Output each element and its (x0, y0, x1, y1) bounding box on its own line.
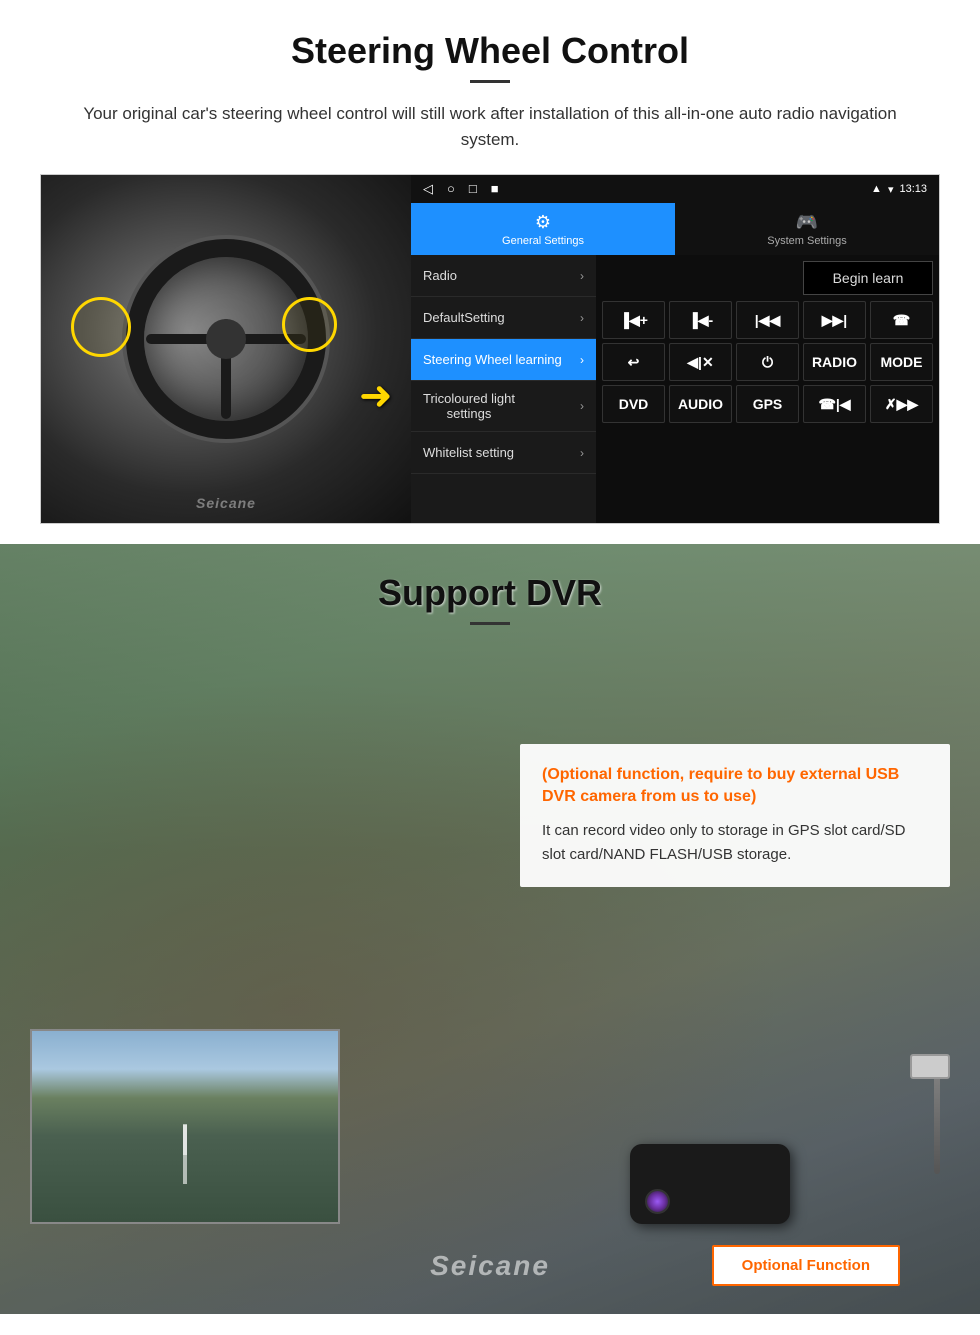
ctrl-radio[interactable]: RADIO (803, 343, 866, 381)
tab-general-label: General Settings (502, 235, 584, 247)
dvr-camera-device (600, 1054, 950, 1254)
dvr-optional-text: (Optional function, require to buy exter… (542, 764, 928, 809)
ctrl-phone[interactable]: ☎ (870, 301, 933, 339)
chevron-icon: › (580, 399, 584, 413)
nav-back-icon[interactable]: ◁ (423, 181, 433, 197)
steering-photo: ➜ Seicane (41, 175, 411, 523)
android-panel: ◁ ○ □ ■ ▲ ▾ 13:13 ⚙ General Settings (411, 175, 939, 523)
dvr-info-card: (Optional function, require to buy exter… (520, 744, 950, 887)
tab-system-settings[interactable]: 🎮 System Settings (675, 203, 939, 255)
tab-system-label: System Settings (767, 235, 846, 247)
steering-content-block: ➜ Seicane ◁ ○ □ ■ ▲ ▾ 13:13 (40, 174, 940, 524)
ctrl-mode[interactable]: MODE (870, 343, 933, 381)
seicane-watermark-dvr: Seicane (430, 1250, 550, 1282)
dvr-title-block: Support DVR (0, 544, 980, 635)
menu-tricoloured-label: Tricoloured lightsettings (423, 391, 515, 421)
chevron-icon: › (580, 446, 584, 460)
ctrl-tel-prev[interactable]: ☎|◀ (803, 385, 866, 423)
chevron-icon: › (580, 269, 584, 283)
control-buttons-row2: ↩ ◀|✕ ⏻ RADIO MODE (602, 343, 933, 381)
gear-icon: ⚙ (535, 212, 551, 233)
usb-connector (910, 1054, 950, 1079)
menu-radio-label: Radio (423, 268, 457, 283)
dvr-title: Support DVR (0, 572, 980, 614)
wifi-icon: ▾ (888, 183, 894, 196)
highlight-circle-right (282, 297, 337, 352)
control-buttons-row1: ▐◀+ ▐◀- |◀◀ ▶▶| ☎ (602, 301, 933, 339)
ctrl-mute[interactable]: ◀|✕ (669, 343, 732, 381)
ctrl-vol-down[interactable]: ▐◀- (669, 301, 732, 339)
ctrl-gps[interactable]: GPS (736, 385, 799, 423)
wheel-hub (206, 319, 246, 359)
dvr-photo-inner (32, 1031, 338, 1222)
tab-general-settings[interactable]: ⚙ General Settings (411, 203, 675, 255)
highlight-circle-left (71, 297, 131, 357)
dvr-body-text: It can record video only to storage in G… (542, 819, 928, 867)
android-statusbar: ◁ ○ □ ■ ▲ ▾ 13:13 (411, 175, 939, 203)
controls-area: Begin learn ▐◀+ ▐◀- |◀◀ ▶▶| ☎ ↩ ◀|✕ ⏻ (596, 255, 939, 523)
android-tabs: ⚙ General Settings 🎮 System Settings (411, 203, 939, 255)
title-divider (470, 80, 510, 83)
nav-square-icon[interactable]: □ (469, 181, 477, 197)
menu-steering-label: Steering Wheel learning (423, 352, 562, 367)
control-buttons-row3: DVD AUDIO GPS ☎|◀ ✗▶▶ (602, 385, 933, 423)
statusbar-nav: ◁ ○ □ ■ (423, 181, 499, 197)
system-icon: 🎮 (796, 212, 818, 233)
statusbar-right: ▲ ▾ 13:13 (871, 183, 927, 196)
ctrl-dvd[interactable]: DVD (602, 385, 665, 423)
status-time: 13:13 (899, 183, 927, 195)
begin-learn-button[interactable]: Begin learn (803, 261, 933, 295)
menu-default-label: DefaultSetting (423, 310, 505, 325)
menu-item-whitelist[interactable]: Whitelist setting › (411, 432, 596, 474)
nav-home-icon[interactable]: ○ (447, 181, 455, 197)
section-description: Your original car's steering wheel contr… (80, 101, 900, 152)
begin-learn-row: Begin learn (602, 261, 933, 295)
dvr-small-photo (30, 1029, 340, 1224)
menu-item-radio[interactable]: Radio › (411, 255, 596, 297)
nav-menu-icon[interactable]: ■ (491, 181, 499, 197)
steering-wheel-image: ➜ Seicane (41, 175, 411, 523)
menu-item-steering-learning[interactable]: Steering Wheel learning › (411, 339, 596, 381)
chevron-icon: › (580, 311, 584, 325)
camera-lens (645, 1189, 670, 1214)
optional-function-button[interactable]: Optional Function (712, 1245, 900, 1286)
camera-housing (630, 1144, 790, 1224)
camera-body (600, 1054, 950, 1254)
ctrl-power[interactable]: ⏻ (736, 343, 799, 381)
dvr-section: Support DVR (Optional function, require … (0, 544, 980, 1314)
page-title: Steering Wheel Control (40, 30, 940, 72)
ctrl-tel-next[interactable]: ✗▶▶ (870, 385, 933, 423)
signal-icon: ▲ (871, 183, 882, 195)
chevron-icon: › (580, 353, 584, 367)
menu-list: Radio › DefaultSetting › Steering Wheel … (411, 255, 596, 523)
ctrl-next[interactable]: ▶▶| (803, 301, 866, 339)
dvr-divider (470, 622, 510, 625)
menu-whitelist-label: Whitelist setting (423, 445, 514, 460)
android-body: Radio › DefaultSetting › Steering Wheel … (411, 255, 939, 523)
seicane-watermark-steering: Seicane (196, 495, 256, 511)
arrow-overlay: ➜ (359, 373, 393, 419)
ctrl-audio[interactable]: AUDIO (669, 385, 732, 423)
ctrl-vol-up[interactable]: ▐◀+ (602, 301, 665, 339)
road-line-2 (183, 1125, 187, 1155)
steering-section: Steering Wheel Control Your original car… (0, 0, 980, 544)
menu-item-defaultsetting[interactable]: DefaultSetting › (411, 297, 596, 339)
menu-item-tricoloured[interactable]: Tricoloured lightsettings › (411, 381, 596, 432)
ctrl-hangup[interactable]: ↩ (602, 343, 665, 381)
ctrl-prev[interactable]: |◀◀ (736, 301, 799, 339)
